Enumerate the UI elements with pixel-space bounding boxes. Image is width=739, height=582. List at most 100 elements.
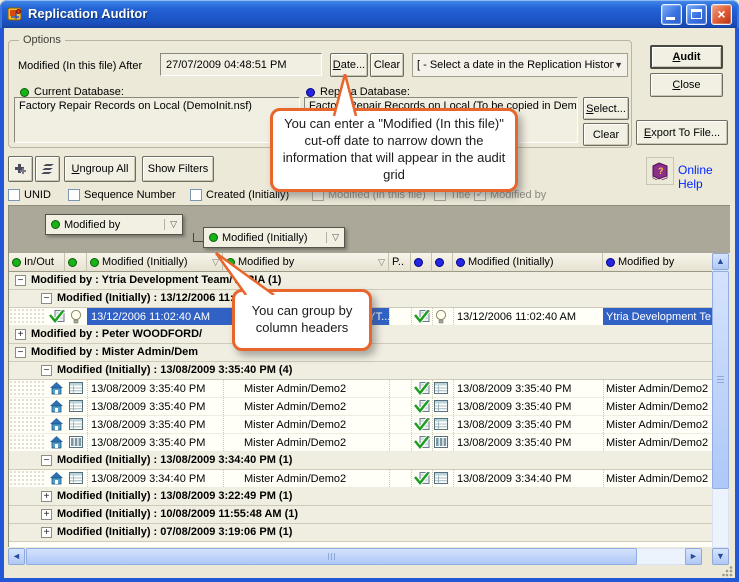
expander-minus-icon[interactable]: − — [41, 365, 52, 376]
group-row[interactable]: +Modified (Initially) : 10/08/2009 11:55… — [9, 506, 712, 524]
grid-icon — [434, 471, 450, 487]
group-row[interactable]: + Modified (Initially) : 07/08/2009 3:19:… — [9, 524, 712, 542]
group-row[interactable]: + Modified (Initially) : 13/08/2009 3:22:… — [9, 488, 712, 506]
grid-icon — [69, 381, 85, 397]
collapse-groups-button[interactable] — [35, 156, 60, 182]
modified-initially-current-cell: 13/08/2009 3:35:40 PM — [87, 434, 223, 451]
collapse-layers-icon — [39, 161, 57, 177]
home-icon — [49, 399, 65, 415]
checkbox-label: Sequence Number — [84, 189, 176, 201]
expander-minus-icon[interactable]: − — [15, 275, 26, 286]
checkbox-sequence-number[interactable]: Sequence Number — [68, 188, 176, 202]
group-row-label: Modified (Initially) : 13/08/2009 3:22:4… — [57, 490, 292, 502]
data-row[interactable]: 13/08/2009 3:35:40 PMMister Admin/Demo21… — [9, 398, 712, 416]
data-row[interactable]: 13/08/2009 3:34:40 PMMister Admin/Demo21… — [9, 470, 712, 488]
vertical-scroll-thumb[interactable] — [712, 271, 729, 489]
db-in-icon — [414, 417, 430, 433]
checkbox-box-icon — [190, 189, 202, 201]
scroll-right-button[interactable]: ► — [685, 548, 702, 565]
column-separator — [389, 398, 390, 415]
expander-minus-icon[interactable]: − — [41, 455, 52, 466]
home-icon — [49, 435, 65, 451]
minimize-button[interactable] — [661, 4, 682, 25]
column-separator — [411, 416, 412, 433]
expander-minus-icon[interactable]: − — [41, 293, 52, 304]
window-border-left — [0, 28, 4, 582]
data-row[interactable]: 13/08/2009 3:35:40 PMMister Admin/Demo21… — [9, 434, 712, 452]
filter-icon[interactable]: ▽ — [164, 219, 177, 230]
column-header-modified-initially-[interactable]: Modified (Initially)▽ — [87, 253, 223, 272]
callout-tail-date — [324, 74, 368, 116]
resize-grip[interactable] — [722, 566, 734, 578]
window-border-right — [735, 28, 739, 582]
column-header-modified-by[interactable]: Modified by — [603, 253, 712, 272]
filter-icon[interactable]: ▽ — [378, 257, 385, 268]
expand-groups-button[interactable] — [8, 156, 33, 182]
column-separator — [411, 380, 412, 397]
home-icon — [49, 471, 65, 487]
column-header-label: P.. — [392, 256, 404, 268]
column-separator — [389, 416, 390, 433]
group-chip-modified-by[interactable]: Modified by ▽ — [45, 214, 183, 235]
expander-plus-icon[interactable]: + — [41, 509, 52, 520]
filter-icon[interactable]: ▽ — [326, 232, 339, 243]
current-db-panel: Factory Repair Records on Local (DemoIni… — [14, 97, 300, 143]
ungroup-all-button[interactable]: Ungroup All — [64, 156, 136, 182]
modified-after-field[interactable]: 27/07/2009 04:48:51 PM — [160, 53, 322, 76]
modified-by-current-cell: Mister Admin/Demo2 — [223, 398, 389, 415]
group-chip-modified-initially[interactable]: Modified (Initially) ▽ — [203, 227, 345, 248]
group-row-label: Modified by : Mister Admin/Dem — [31, 346, 198, 358]
modified-initially-replica-cell: 13/08/2009 3:35:40 PM — [453, 416, 603, 433]
column-header-modified-initially-[interactable]: Modified (Initially) — [453, 253, 603, 272]
scroll-up-button[interactable]: ▲ — [712, 253, 729, 270]
column-separator — [432, 416, 433, 433]
modified-by-replica-cell: Mister Admin/Demo2 — [603, 470, 712, 487]
replication-history-dropdown[interactable]: [ - Select a date in the Replication His… — [412, 53, 628, 77]
expander-plus-icon[interactable]: + — [41, 527, 52, 538]
horizontal-scroll-thumb[interactable] — [26, 548, 637, 565]
group-row[interactable]: −Modified (Initially) : 13/08/2009 3:34:… — [9, 452, 712, 470]
scroll-down-button[interactable]: ▼ — [712, 548, 729, 565]
group-row[interactable]: −Modified by : Ytria Development Team/YT… — [9, 272, 712, 290]
column-separator — [432, 434, 433, 451]
maximize-button[interactable] — [686, 4, 707, 25]
column-separator — [411, 308, 412, 325]
modified-by-current-cell: Mister Admin/Demo2 — [223, 470, 389, 487]
callout-group-tooltip: You can group by column headers — [232, 289, 372, 351]
expander-plus-icon[interactable]: + — [15, 329, 26, 340]
expander-minus-icon[interactable]: − — [15, 347, 26, 358]
column-separator — [389, 308, 390, 325]
column-header-narrow-5[interactable] — [411, 253, 432, 272]
column-header-narrow-1[interactable] — [65, 253, 87, 272]
current-db-dot-icon — [20, 88, 29, 97]
clear-replica-button[interactable]: Clear — [583, 123, 629, 146]
expander-plus-icon[interactable]: + — [41, 491, 52, 502]
column-header-narrow-6[interactable] — [432, 253, 453, 272]
svg-text:?: ? — [658, 166, 664, 176]
close-dialog-button[interactable]: Close — [650, 73, 723, 97]
online-help-link[interactable]: Online Help — [678, 163, 739, 191]
select-replica-button[interactable]: Select... — [583, 97, 629, 120]
column-separator — [432, 470, 433, 487]
online-help-button[interactable]: ? — [646, 157, 674, 185]
scroll-left-button[interactable]: ◄ — [8, 548, 25, 565]
db-in-icon — [414, 399, 430, 415]
clear-date-button[interactable]: Clear — [370, 53, 404, 77]
minimize-icon — [666, 17, 675, 20]
data-row[interactable]: 13/08/2009 3:35:40 PMMister Admin/Demo21… — [9, 380, 712, 398]
db-in-icon — [414, 435, 430, 451]
blue-dot-icon — [456, 258, 465, 267]
close-button[interactable]: × — [711, 4, 732, 25]
column-header-p-[interactable]: P.. — [389, 253, 411, 272]
group-row-label: Modified (Initially) : 07/08/2009 3:19:0… — [57, 526, 292, 538]
home-icon — [49, 417, 65, 433]
show-filters-button[interactable]: Show Filters — [142, 156, 214, 182]
data-row[interactable]: 13/08/2009 3:35:40 PMMister Admin/Demo21… — [9, 416, 712, 434]
audit-button[interactable]: Audit — [650, 45, 723, 69]
column-header-in-out[interactable]: In/Out — [9, 253, 65, 272]
checkbox-unid[interactable]: UNID — [8, 188, 51, 202]
modified-by-replica-cell: Mister Admin/Demo2 — [603, 380, 712, 397]
export-to-file-button[interactable]: Export To File... — [636, 120, 728, 145]
modified-by-current-cell: Mister Admin/Demo2 — [223, 416, 389, 433]
group-row[interactable]: −Modified (Initially) : 13/08/2009 3:35:… — [9, 362, 712, 380]
